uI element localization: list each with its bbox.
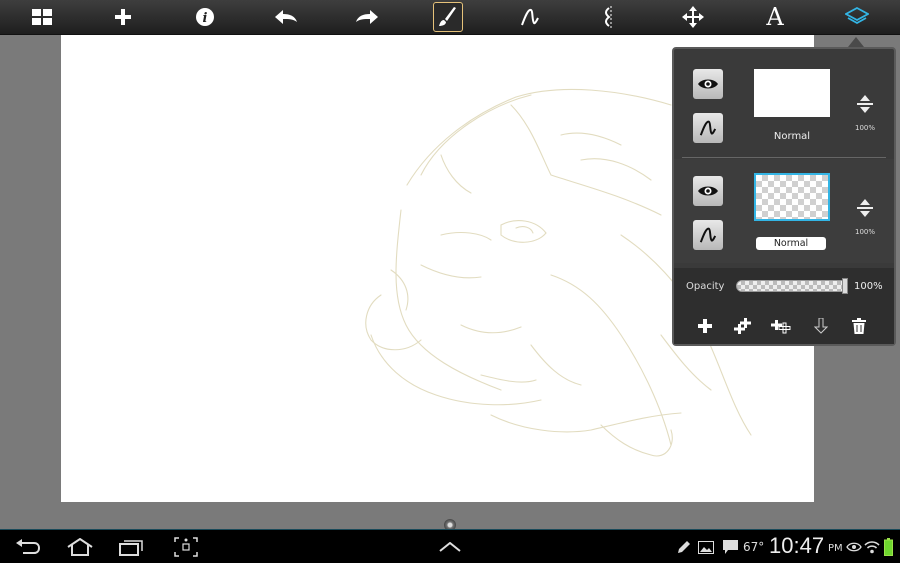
battery-icon <box>882 534 894 560</box>
wifi-icon <box>864 534 880 560</box>
divider <box>682 157 886 158</box>
system-nav-bar: 67° 10:47 PM <box>0 529 900 563</box>
brush-mode-icon[interactable] <box>693 113 723 143</box>
move-down-icon[interactable] <box>810 316 832 336</box>
opacity-value: 100% <box>854 281 883 292</box>
layer-thumbnail[interactable] <box>754 173 830 221</box>
layer-thumbnail[interactable] <box>754 69 830 117</box>
reorder-icon[interactable] <box>854 197 876 219</box>
layer-blend-mode[interactable]: Normal <box>754 131 830 142</box>
brush-mode-icon[interactable] <box>693 220 723 250</box>
layer-item[interactable]: Normal 100% <box>674 51 894 155</box>
gallery-notification-icon <box>697 534 715 560</box>
eye-icon[interactable] <box>693 69 723 99</box>
eye-icon[interactable] <box>693 176 723 206</box>
brush-icon[interactable] <box>433 2 463 32</box>
add-layer-icon[interactable] <box>694 316 716 336</box>
merge-layer-icon[interactable] <box>771 316 793 336</box>
reorder-icon[interactable] <box>854 93 876 115</box>
symmetry-icon[interactable] <box>596 2 626 32</box>
trash-icon[interactable] <box>848 316 870 336</box>
text-icon[interactable]: A <box>760 2 790 32</box>
duplicate-layer-icon[interactable] <box>732 316 754 336</box>
layer-opacity-label: 100% <box>854 228 875 236</box>
info-icon[interactable]: i <box>190 2 220 32</box>
opacity-label: Opacity <box>686 281 725 292</box>
recent-apps-icon[interactable] <box>117 534 147 560</box>
opacity-control: Opacity 100% <box>674 268 894 308</box>
stroke-icon[interactable] <box>515 2 545 32</box>
undo-icon[interactable] <box>271 2 301 32</box>
smart-stay-eye-icon <box>845 534 863 560</box>
layer-item-selected[interactable]: Normal 100% <box>674 159 894 263</box>
layer-blend-mode[interactable]: Normal <box>756 237 826 250</box>
add-icon[interactable] <box>108 2 138 32</box>
opacity-slider-thumb[interactable] <box>842 278 848 294</box>
svg-text:i: i <box>203 11 208 26</box>
text-icon-glyph: A <box>766 3 784 31</box>
message-notification-icon <box>721 534 739 560</box>
layers-icon[interactable] <box>842 2 872 32</box>
home-icon[interactable] <box>64 534 96 560</box>
screenshot-icon[interactable] <box>172 534 200 560</box>
clock-ampm: PM <box>828 543 843 554</box>
top-toolbar: i A <box>0 0 900 35</box>
weather-temperature: 67° <box>743 540 765 554</box>
move-icon[interactable] <box>678 2 708 32</box>
clock-time: 10:47 <box>769 533 825 558</box>
layer-actions <box>674 308 894 344</box>
redo-icon[interactable] <box>352 2 382 32</box>
panel-caret <box>848 37 864 47</box>
pen-notification-icon <box>676 534 692 560</box>
chevron-up-icon[interactable] <box>438 534 462 560</box>
back-icon[interactable] <box>14 534 42 560</box>
layer-opacity-label: 100% <box>854 124 875 132</box>
opacity-slider[interactable] <box>736 280 848 292</box>
gallery-grid-icon[interactable] <box>27 2 57 32</box>
layers-panel: Normal 100% Normal 100% Opacity 100% <box>672 47 896 346</box>
